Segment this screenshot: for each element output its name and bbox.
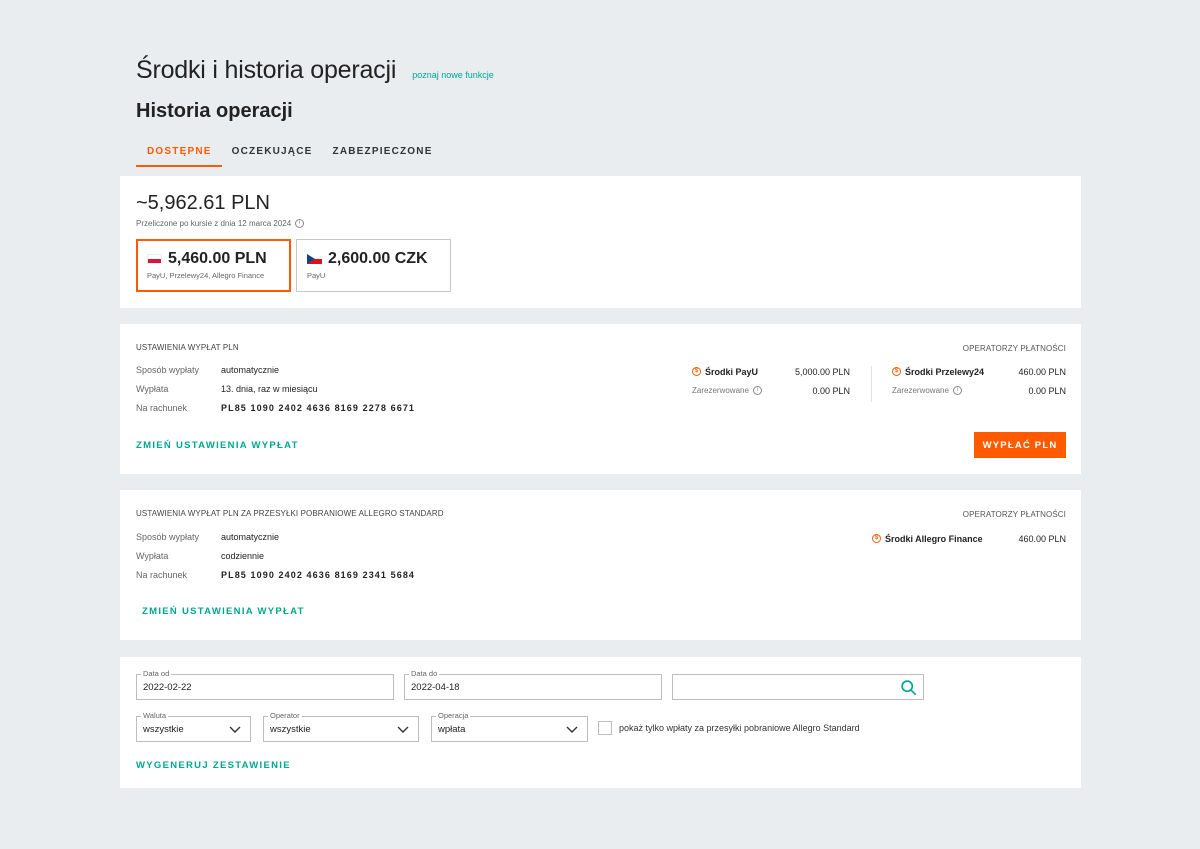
tabs: DOSTĘPNE OCZEKUJĄCE ZABEZPIECZONE (136, 139, 443, 167)
operator-name: Środki Allegro Finance (885, 533, 983, 544)
reserved-value: 0.00 PLN (1028, 385, 1066, 396)
kv-label: Wypłata (136, 383, 169, 394)
account-number: PL85 1090 2402 4636 8169 2278 6671 (221, 402, 416, 413)
payout-details: Sposób wypłaty automatycznie Wypłata 13. d… (136, 360, 415, 417)
kv-value: 13. dnia, raz w miesiącu (221, 383, 318, 394)
operator-przelewy24: $ Środki Przelewy24 460.00 PLN Zarezerwow… (892, 362, 1066, 400)
payout-settings-standard-heading: USTAWIENIA WYPŁAT PLN ZA PRZESYŁKI POBRA… (136, 509, 444, 518)
operator-divider (871, 366, 872, 402)
date-to-field[interactable]: Data do 2022-04-18 (404, 669, 662, 700)
coin-icon: $ (692, 367, 701, 376)
chevron-down-icon (397, 726, 409, 733)
date-from-value[interactable]: 2022-02-22 (143, 682, 361, 693)
kv-label: Wypłata (136, 550, 169, 561)
tab-available[interactable]: DOSTĘPNE (136, 139, 222, 167)
flag-cz-icon (307, 254, 322, 264)
search-icon[interactable] (900, 679, 917, 696)
total-balance: ~5,962.61 PLN (136, 192, 270, 214)
currency-select[interactable]: Waluta wszystkie (136, 711, 251, 742)
tab-secured[interactable]: ZABEZPIECZONE (323, 139, 443, 167)
info-icon[interactable]: i (752, 386, 762, 395)
kv-value: automatycznie (221, 364, 280, 375)
operators-heading: OPERATORZY PŁATNOŚCI (962, 510, 1066, 519)
currency-operators: PayU (307, 271, 326, 280)
payout-settings-heading: USTAWIENIA WYPŁAT PLN (136, 343, 239, 352)
kv-label: Sposób wypłaty (136, 364, 200, 375)
chevron-down-icon (566, 726, 578, 733)
chevron-down-icon (229, 726, 241, 733)
tab-pending[interactable]: OCZEKUJĄCE (222, 139, 323, 167)
operator-name: Środki Przelewy24 (905, 366, 985, 377)
payout-settings-standard-card: USTAWIENIA WYPŁAT PLN ZA PRZESYŁKI POBRA… (120, 490, 1081, 640)
operators-heading: OPERATORZY PŁATNOŚCI (962, 344, 1066, 353)
filters-card: Data od 2022-02-22 Data do 2022-04-18 Wa… (120, 657, 1081, 788)
change-payout-settings-link[interactable]: ZMIEŃ USTAWIENIA WYPŁAT (142, 606, 305, 617)
payout-button[interactable]: WYPŁAĆ PLN (974, 432, 1066, 458)
operator-payu: $ Środki PayU 5,000.00 PLN Zarezerwowane i… (692, 362, 850, 400)
allegro-standard-checkbox[interactable] (598, 721, 612, 735)
info-icon[interactable]: i (952, 386, 962, 395)
reserved-label: Zarezerwowane (692, 386, 749, 395)
page-header: Środki i historia operacji poznaj nowe f… (136, 56, 494, 85)
kv-label: Na rachunek (136, 569, 188, 580)
date-to-value[interactable]: 2022-04-18 (411, 682, 629, 693)
section-title: Historia operacji (136, 100, 293, 122)
coin-icon: $ (892, 367, 901, 376)
coin-icon: $ (872, 534, 881, 543)
currency-box-pln[interactable]: 5,460.00 PLN PayU, Przelewy24, Allegro F… (136, 239, 291, 292)
operator-select-value: wszystkie (270, 724, 311, 735)
operation-select[interactable]: Operacja wpłata (431, 711, 588, 742)
date-from-field[interactable]: Data od 2022-02-22 (136, 669, 394, 700)
reserved-label: Zarezerwowane (892, 386, 949, 395)
kv-value: automatycznie (221, 531, 280, 542)
account-number: PL85 1090 2402 4636 8169 2341 5684 (221, 569, 416, 580)
allegro-standard-filter: pokaż tylko wpłaty za przesyłki pobranio… (598, 721, 860, 735)
payout-details: Sposób wypłaty automatycznie Wypłata codzi… (136, 527, 415, 584)
field-label: Data od (141, 669, 172, 678)
currency-select-value: wszystkie (143, 724, 184, 735)
currency-box-czk[interactable]: 2,600.00 CZK PayU (296, 239, 451, 292)
operator-value: 5,000.00 PLN (794, 366, 850, 377)
flag-pl-icon (147, 254, 162, 264)
payout-settings-card: USTAWIENIA WYPŁAT PLN OPERATORZY PŁATNOŚ… (120, 324, 1081, 474)
field-label: Waluta (141, 711, 169, 720)
field-label: Operator (268, 711, 302, 720)
currency-amount: 2,600.00 CZK (328, 250, 428, 267)
change-payout-settings-link[interactable]: ZMIEŃ USTAWIENIA WYPŁAT (136, 440, 299, 451)
kv-value: codziennie (221, 550, 265, 561)
operation-select-value: wpłata (438, 724, 466, 735)
currency-operators: PayU, Przelewy24, Allegro Finance (147, 271, 265, 280)
kv-label: Na rachunek (136, 402, 188, 413)
operator-value: 460.00 PLN (1018, 533, 1066, 544)
new-features-link[interactable]: poznaj nowe funkcje (412, 70, 494, 80)
reserved-value: 0.00 PLN (812, 385, 850, 396)
field-label: Operacja (436, 711, 471, 720)
balance-card: ~5,962.61 PLN Przeliczone po kursie z dn… (120, 176, 1081, 308)
operator-select[interactable]: Operator wszystkie (263, 711, 419, 742)
search-input[interactable] (679, 682, 892, 693)
operator-allegro-finance: $ Środki Allegro Finance 460.00 PLN (872, 529, 1066, 548)
field-label: Data do (409, 669, 440, 678)
rate-note: Przeliczone po kursie z dnia 12 marca 20… (136, 219, 305, 228)
rate-note-text: Przeliczone po kursie z dnia 12 marca 20… (136, 219, 292, 228)
operator-value: 460.00 PLN (1018, 366, 1066, 377)
operator-name: Środki PayU (705, 366, 759, 377)
currency-amount: 5,460.00 PLN (168, 250, 267, 267)
kv-label: Sposób wypłaty (136, 531, 200, 542)
checkbox-label[interactable]: pokaż tylko wpłaty za przesyłki pobranio… (619, 723, 860, 733)
search-field[interactable] (672, 674, 924, 700)
page-title: Środki i historia operacji (136, 56, 397, 84)
info-icon[interactable]: i (295, 219, 305, 228)
generate-report-link[interactable]: WYGENERUJ ZESTAWIENIE (136, 760, 291, 771)
